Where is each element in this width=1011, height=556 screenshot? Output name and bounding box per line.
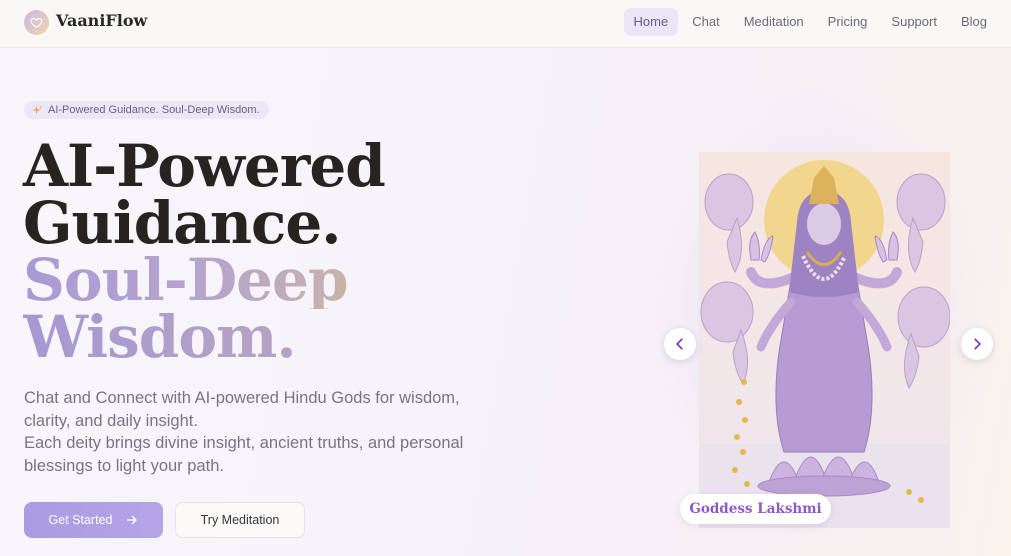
hero-title-line-3: Soul-Deep [23, 251, 623, 309]
hero-badge: AI-Powered Guidance. Soul-Deep Wisdom. [24, 101, 269, 119]
main-nav: Home Chat Meditation Pricing Support Blo… [623, 8, 997, 36]
get-started-button[interactable]: Get Started [24, 502, 163, 538]
nav-item-home[interactable]: Home [623, 8, 679, 36]
sparkles-icon [32, 104, 43, 114]
try-meditation-button[interactable]: Try Meditation [175, 502, 305, 538]
goddess-lakshmi-illustration [699, 152, 950, 528]
carousel-next-button[interactable] [961, 328, 993, 360]
hero-badge-text: AI-Powered Guidance. Soul-Deep Wisdom. [48, 104, 260, 116]
hero-title: AI-Powered Guidance. Soul-Deep Wisdom. [23, 132, 623, 366]
get-started-label: Get Started [48, 513, 113, 527]
brand-name[interactable]: VaaniFlow [56, 11, 147, 30]
hero-description-1: Chat and Connect with AI-powered Hindu G… [24, 389, 460, 430]
carousel-prev-button[interactable] [664, 328, 696, 360]
hero-description-2: Each deity brings divine insight, ancien… [24, 434, 464, 475]
hero-title-line-1: AI-Powered [23, 132, 386, 200]
nav-item-support[interactable]: Support [881, 8, 947, 36]
chevron-left-icon [676, 338, 683, 350]
deity-caption: Goddess Lakshmi [680, 494, 831, 524]
hero-title-line-4: Wisdom. [23, 308, 623, 366]
hero-title-line-2: Guidance. [23, 189, 341, 257]
nav-item-pricing[interactable]: Pricing [818, 8, 878, 36]
hero-description: Chat and Connect with AI-powered Hindu G… [24, 387, 494, 477]
top-navbar: VaaniFlow Home Chat Meditation Pricing S… [0, 0, 1011, 48]
nav-item-blog[interactable]: Blog [951, 8, 997, 36]
heart-icon [30, 17, 43, 29]
nav-item-meditation[interactable]: Meditation [734, 8, 814, 36]
nav-item-chat[interactable]: Chat [682, 8, 729, 36]
arrow-right-icon [127, 515, 138, 525]
logo-badge[interactable] [24, 10, 49, 35]
chevron-right-icon [974, 338, 981, 350]
deity-image-card [699, 152, 950, 528]
